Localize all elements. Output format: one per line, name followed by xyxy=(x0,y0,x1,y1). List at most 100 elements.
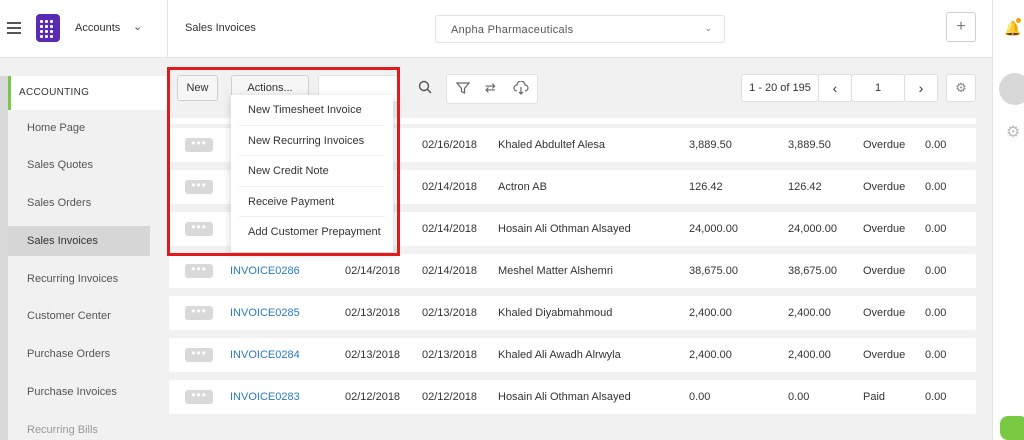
menu-item-new-timesheet-invoice[interactable]: New Timesheet Invoice xyxy=(239,95,385,126)
company-select[interactable]: Anpha Pharmaceuticals ⌄ xyxy=(435,15,725,43)
sidebar-section-accounting[interactable]: ACCOUNTING xyxy=(11,76,168,110)
sidebar-item-home-page[interactable]: Home Page xyxy=(8,113,150,143)
row-paid-amount: 0.00 xyxy=(925,181,947,193)
hamburger-menu-icon[interactable] xyxy=(7,22,21,34)
row-due-date: 02/16/2018 xyxy=(422,139,478,151)
chat-icon[interactable] xyxy=(1000,416,1024,440)
right-rail xyxy=(992,0,1024,440)
row-paid-amount: 0.00 xyxy=(925,307,947,319)
row-invoice-number[interactable]: INVOICE0285 xyxy=(230,296,300,330)
row-menu-icon[interactable]: ••• xyxy=(185,221,213,236)
row-customer-name: Hosain Ali Othman Alsayed xyxy=(498,223,631,235)
menu-item-add-customer-prepayment[interactable]: Add Customer Prepayment xyxy=(239,217,385,248)
table-row[interactable]: ••• INVOICE0284 02/13/2018 02/13/2018 Khaled… xyxy=(169,338,976,372)
row-status: Overdue xyxy=(863,307,906,319)
sidebar-item-recurring-bills[interactable]: Recurring Bills xyxy=(8,415,150,440)
row-amount: 0.00 xyxy=(689,391,711,403)
sidebar-item-recurring-invoices[interactable]: Recurring Invoices xyxy=(8,264,150,294)
chevron-down-icon[interactable]: ⌄ xyxy=(133,20,142,33)
page-number-input[interactable]: 1 xyxy=(851,74,905,102)
row-invoice-number[interactable]: INVOICE0286 xyxy=(230,254,300,288)
row-balance: 2,400.00 xyxy=(788,349,831,361)
row-due-date: 02/14/2018 xyxy=(422,181,478,193)
row-paid-amount: 0.00 xyxy=(925,265,947,277)
table-row[interactable]: ••• INVOICE0285 02/13/2018 02/13/2018 Khaled… xyxy=(169,296,976,330)
chevron-down-icon: ⌄ xyxy=(704,23,712,33)
row-invoice-date: 02/14/2018 xyxy=(345,265,401,277)
download-cloud-icon[interactable] xyxy=(513,80,529,98)
actions-dropdown-menu: New Timesheet Invoice New Recurring Invo… xyxy=(231,95,393,252)
refresh-icon[interactable]: ⇄ xyxy=(485,80,496,96)
row-menu-icon[interactable]: ••• xyxy=(185,347,213,362)
row-balance: 126.42 xyxy=(788,181,822,193)
row-due-date: 02/13/2018 xyxy=(422,349,478,361)
sidebar-item-sales-invoices[interactable]: Sales Invoices xyxy=(8,226,150,256)
sidebar-item-customer-center[interactable]: Customer Center xyxy=(8,301,150,331)
new-button[interactable]: New xyxy=(177,75,218,101)
app-name[interactable]: Accounts xyxy=(75,22,120,34)
row-menu-icon[interactable]: ••• xyxy=(185,389,213,404)
table-row[interactable]: ••• INVOICE0283 02/12/2018 02/12/2018 Hosain… xyxy=(169,380,976,414)
row-status: Paid xyxy=(863,391,886,403)
row-due-date: 02/14/2018 xyxy=(422,265,478,277)
menu-item-new-recurring-invoices[interactable]: New Recurring Invoices xyxy=(239,126,385,156)
row-invoice-number[interactable]: INVOICE0284 xyxy=(230,338,300,372)
pager-range: 1 - 20 of 195 xyxy=(741,74,819,102)
sidebar-item-sales-quotes[interactable]: Sales Quotes xyxy=(8,150,150,180)
row-due-date: 02/12/2018 xyxy=(422,391,478,403)
prev-page-button[interactable]: ‹ xyxy=(818,74,852,102)
settings-gear-button[interactable]: ⚙ xyxy=(946,74,976,102)
row-menu-icon[interactable]: ••• xyxy=(185,179,213,194)
row-customer-name: Khaled Abdultef Alesa xyxy=(498,139,606,151)
row-status: Overdue xyxy=(863,349,906,361)
notification-dot xyxy=(1016,18,1021,23)
filter-tool-group: ⇄ xyxy=(446,74,538,104)
row-invoice-date: 02/13/2018 xyxy=(345,349,401,361)
row-paid-amount: 0.00 xyxy=(925,391,947,403)
sidebar: ACCOUNTING Home Page Sales Quotes Sales … xyxy=(0,58,168,440)
sidebar-accent-green xyxy=(8,76,11,110)
row-menu-icon[interactable]: ••• xyxy=(185,137,213,152)
row-balance: 2,400.00 xyxy=(788,307,831,319)
sidebar-accent-bar xyxy=(0,76,8,440)
table-row[interactable]: ••• INVOICE0286 02/14/2018 02/14/2018 Meshel… xyxy=(169,254,976,288)
sidebar-item-purchase-invoices[interactable]: Purchase Invoices xyxy=(8,377,150,407)
page-title: Sales Invoices xyxy=(185,22,256,34)
row-amount: 38,675.00 xyxy=(689,265,738,277)
row-paid-amount: 0.00 xyxy=(925,349,947,361)
row-due-date: 02/14/2018 xyxy=(422,223,478,235)
filter-icon[interactable] xyxy=(455,81,471,98)
row-amount: 2,400.00 xyxy=(689,349,732,361)
row-paid-amount: 0.00 xyxy=(925,139,947,151)
search-icon[interactable] xyxy=(418,80,432,97)
add-button[interactable]: + xyxy=(946,12,976,42)
gear-icon: ⚙ xyxy=(955,80,967,95)
row-due-date: 02/13/2018 xyxy=(422,307,478,319)
row-invoice-date: 02/13/2018 xyxy=(345,307,401,319)
row-amount: 126.42 xyxy=(689,181,723,193)
menu-item-receive-payment[interactable]: Receive Payment xyxy=(239,187,385,217)
sidebar-item-sales-orders[interactable]: Sales Orders xyxy=(8,188,150,218)
avatar[interactable] xyxy=(999,73,1024,105)
row-status: Overdue xyxy=(863,139,906,151)
row-menu-icon[interactable]: ••• xyxy=(185,263,213,278)
row-customer-name: Actron AB xyxy=(498,181,547,193)
row-balance: 24,000.00 xyxy=(788,223,837,235)
row-invoice-number[interactable]: INVOICE0283 xyxy=(230,380,300,414)
row-customer-name: Meshel Matter Alshemri xyxy=(498,265,613,277)
row-status: Overdue xyxy=(863,181,906,193)
row-balance: 38,675.00 xyxy=(788,265,837,277)
row-status: Overdue xyxy=(863,223,906,235)
row-menu-icon[interactable]: ••• xyxy=(185,305,213,320)
row-customer-name: Khaled Ali Awadh Alrwyla xyxy=(498,349,621,361)
menu-item-new-credit-note[interactable]: New Credit Note xyxy=(239,156,385,187)
row-customer-name: Hosain Ali Othman Alsayed xyxy=(498,391,631,403)
app-logo-icon[interactable] xyxy=(36,14,60,42)
company-name: Anpha Pharmaceuticals xyxy=(451,24,574,36)
gear-icon[interactable]: ⚙ xyxy=(1006,122,1020,142)
top-bar: Accounts ⌄ Sales Invoices Anpha Pharmace… xyxy=(0,0,1024,58)
sidebar-item-purchase-orders[interactable]: Purchase Orders xyxy=(8,339,150,369)
row-status: Overdue xyxy=(863,265,906,277)
next-page-button[interactable]: › xyxy=(904,74,938,102)
app-switcher-area: Accounts ⌄ xyxy=(0,0,168,58)
